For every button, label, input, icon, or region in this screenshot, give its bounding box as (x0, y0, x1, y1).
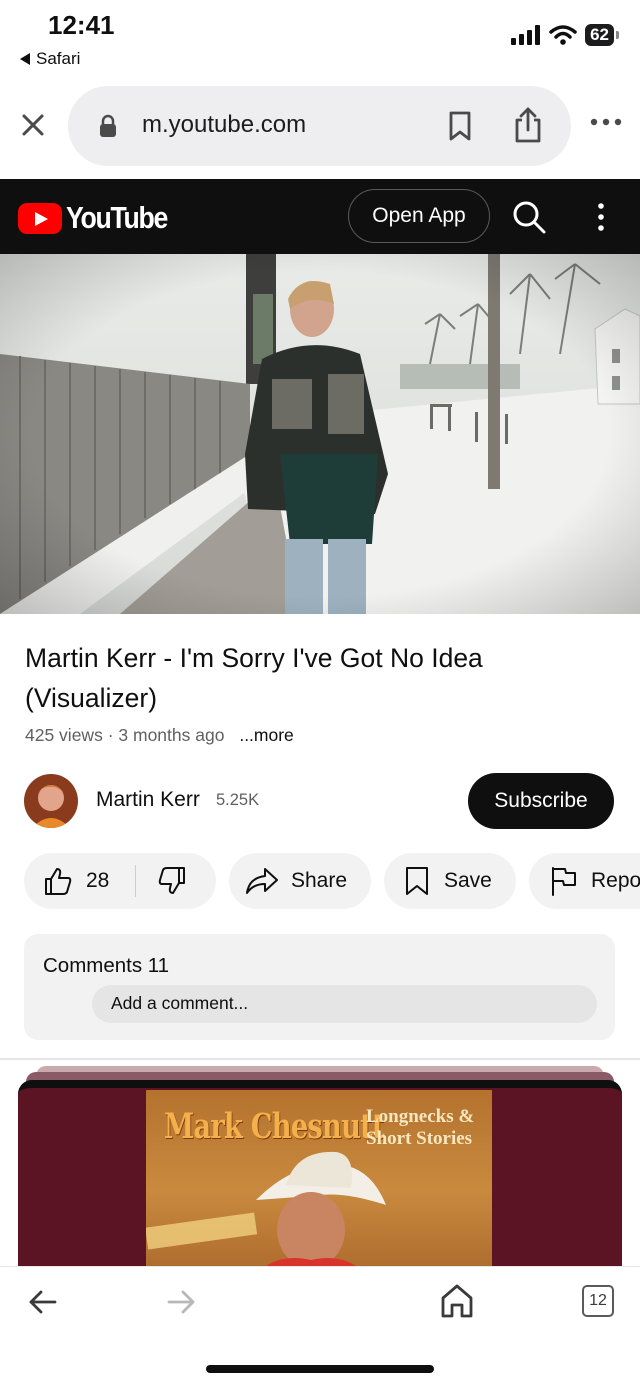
album-title-line1: Longnecks & (366, 1106, 475, 1127)
youtube-wordmark: YouTube (66, 200, 168, 235)
tabs-icon[interactable]: 12 (582, 1285, 614, 1317)
search-icon[interactable] (512, 200, 546, 234)
like-count: 28 (86, 869, 110, 892)
share-arrow-icon (246, 868, 278, 894)
home-icon[interactable] (440, 1283, 474, 1319)
more-icon[interactable] (590, 116, 622, 128)
lock-icon (100, 114, 116, 137)
like-button[interactable]: 28 (42, 865, 109, 897)
comments-title: Comments 11 (43, 954, 170, 977)
report-button[interactable]: Report (529, 853, 640, 909)
album-artist: Mark Chesnutt (164, 1106, 385, 1147)
avatar-image (24, 774, 78, 828)
wifi-icon (549, 25, 577, 45)
channel-avatar[interactable] (24, 774, 78, 828)
album-title: Longnecks & Short Stories (366, 1106, 474, 1150)
video-title[interactable]: Martin Kerr - I'm Sorry I've Got No Idea… (25, 638, 605, 718)
bookmark-outline-icon (406, 867, 428, 895)
upload-date: 3 months ago (118, 725, 225, 745)
save-label: Save (444, 869, 492, 892)
album-title-line2: Short Stories (366, 1128, 473, 1149)
browser-toolbar: m.youtube.com (0, 80, 640, 178)
youtube-logo[interactable]: YouTube (18, 200, 184, 236)
home-indicator (206, 1365, 434, 1373)
url-text[interactable]: m.youtube.com (142, 111, 306, 139)
back-arrow-icon[interactable] (28, 1289, 58, 1315)
address-bar[interactable]: m.youtube.com (68, 86, 571, 166)
flag-icon (552, 867, 576, 896)
thumbs-down-icon[interactable] (156, 865, 188, 897)
like-divider (135, 865, 136, 897)
album-cover: Mark Chesnutt Longnecks & Short Stories (146, 1090, 492, 1288)
back-app-label: Safari (36, 49, 81, 68)
youtube-header: YouTube Open App (0, 179, 640, 254)
browser-bottom-bar: 12 (0, 1266, 640, 1387)
video-meta[interactable]: 425 views · 3 months ago ...more (25, 725, 294, 746)
close-icon[interactable] (18, 110, 48, 140)
add-comment-input[interactable]: Add a comment... (92, 985, 597, 1023)
back-triangle-icon (20, 53, 30, 65)
more-description-link[interactable]: ...more (239, 725, 293, 745)
subscribe-button[interactable]: Subscribe (468, 773, 614, 829)
share-button[interactable]: Share (229, 853, 371, 909)
view-count: 425 views (25, 725, 103, 745)
youtube-play-icon (18, 202, 62, 234)
status-bar: 12:41 Safari 62 (0, 0, 640, 80)
video-player[interactable] (0, 254, 640, 614)
next-video-thumbnail[interactable]: Mark Chesnutt Longnecks & Short Stories (18, 1080, 622, 1288)
report-label: Report (591, 869, 640, 892)
status-time: 12:41 (48, 10, 115, 40)
thumbs-up-icon (45, 868, 72, 895)
channel-name[interactable]: Martin Kerr (96, 788, 200, 812)
kebab-menu-icon[interactable] (596, 202, 606, 232)
open-app-button[interactable]: Open App (348, 189, 490, 243)
comments-section[interactable]: Comments 11 Add a comment... (24, 934, 615, 1040)
like-dislike-group: 28 (24, 853, 216, 909)
bookmark-icon[interactable] (446, 110, 474, 142)
share-label: Share (291, 869, 348, 892)
signal-icon (511, 25, 541, 45)
back-to-app-link[interactable]: Safari (20, 49, 80, 69)
save-button[interactable]: Save (384, 853, 516, 909)
meta-separator: · (107, 725, 119, 745)
status-icons: 62 (511, 24, 619, 46)
share-icon[interactable] (512, 106, 544, 144)
section-divider (0, 1058, 640, 1060)
add-comment-placeholder: Add a comment... (111, 993, 249, 1013)
battery-icon: 62 (585, 24, 619, 46)
forward-arrow-icon[interactable] (166, 1289, 196, 1315)
video-frame (0, 254, 640, 614)
next-video-card[interactable]: Mark Chesnutt Longnecks & Short Stories (18, 1066, 622, 1288)
subscriber-count: 5.25K (216, 791, 260, 809)
